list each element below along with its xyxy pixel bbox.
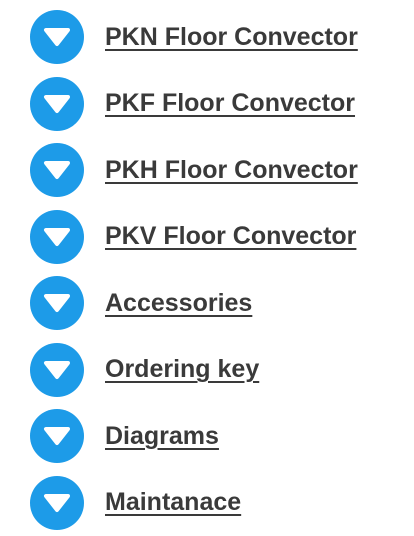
nav-item-pkh[interactable]: PKH Floor Convector — [30, 137, 358, 204]
nav-item-accessories[interactable]: Accessories — [30, 270, 358, 337]
chevron-down-icon[interactable] — [30, 276, 84, 330]
nav-item-diagrams[interactable]: Diagrams — [30, 403, 358, 470]
nav-list: PKN Floor Convector PKF Floor Convector … — [30, 4, 358, 536]
nav-link-pkh-floor-convector[interactable]: PKH Floor Convector — [105, 156, 358, 185]
chevron-down-icon[interactable] — [30, 476, 84, 530]
chevron-down-icon[interactable] — [30, 343, 84, 397]
nav-item-pkv[interactable]: PKV Floor Convector — [30, 204, 358, 271]
chevron-down-icon[interactable] — [30, 143, 84, 197]
nav-link-diagrams[interactable]: Diagrams — [105, 422, 219, 451]
nav-item-pkf[interactable]: PKF Floor Convector — [30, 71, 358, 138]
nav-item-maintanace[interactable]: Maintanace — [30, 470, 358, 536]
nav-item-ordering-key[interactable]: Ordering key — [30, 337, 358, 404]
chevron-down-icon[interactable] — [30, 409, 84, 463]
nav-link-maintanace[interactable]: Maintanace — [105, 488, 241, 517]
nav-item-pkn[interactable]: PKN Floor Convector — [30, 4, 358, 71]
nav-link-pkf-floor-convector[interactable]: PKF Floor Convector — [105, 89, 355, 118]
chevron-down-icon[interactable] — [30, 77, 84, 131]
nav-link-pkv-floor-convector[interactable]: PKV Floor Convector — [105, 222, 356, 251]
chevron-down-icon[interactable] — [30, 210, 84, 264]
nav-link-ordering-key[interactable]: Ordering key — [105, 355, 259, 384]
nav-link-pkn-floor-convector[interactable]: PKN Floor Convector — [105, 23, 358, 52]
nav-link-accessories[interactable]: Accessories — [105, 289, 252, 318]
chevron-down-icon[interactable] — [30, 10, 84, 64]
